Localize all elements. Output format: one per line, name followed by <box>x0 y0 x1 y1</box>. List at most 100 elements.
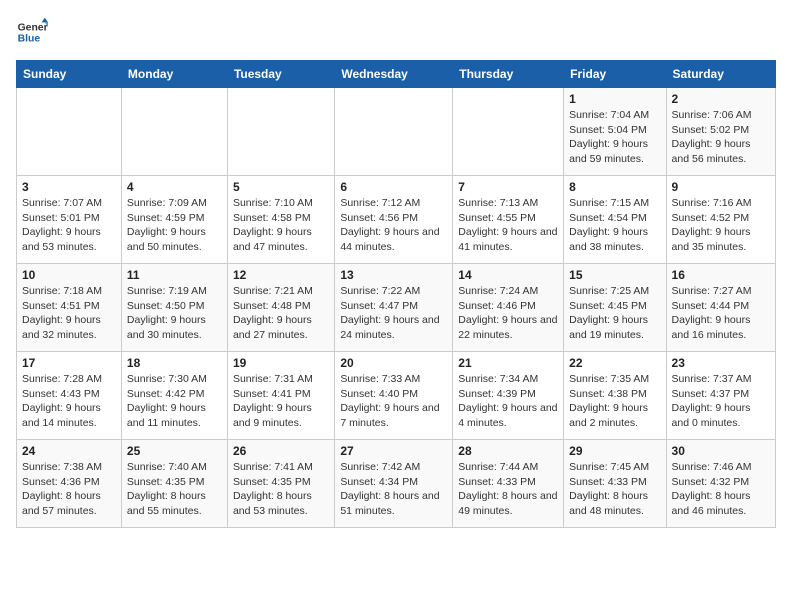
logo: General Blue <box>16 16 48 48</box>
day-cell: 23 Sunrise: 7:37 AM Sunset: 4:37 PM Dayli… <box>666 352 775 440</box>
day-cell: 10 Sunrise: 7:18 AM Sunset: 4:51 PM Dayli… <box>17 264 122 352</box>
day-number: 24 <box>22 444 116 458</box>
day-cell: 1Sunrise: 7:04 AM Sunset: 5:04 PM Daylig… <box>564 88 666 176</box>
day-cell: 17 Sunrise: 7:28 AM Sunset: 4:43 PM Dayli… <box>17 352 122 440</box>
day-number: 21 <box>458 356 558 370</box>
day-info: Sunrise: 7:31 AM Sunset: 4:41 PM Dayligh… <box>233 372 329 431</box>
day-cell: 11 Sunrise: 7:19 AM Sunset: 4:50 PM Dayli… <box>121 264 227 352</box>
day-cell: 21 Sunrise: 7:34 AM Sunset: 4:39 PM Dayli… <box>453 352 564 440</box>
day-number: 5 <box>233 180 329 194</box>
day-cell: 5 Sunrise: 7:10 AM Sunset: 4:58 PM Daylig… <box>227 176 334 264</box>
day-info: Sunrise: 7:38 AM Sunset: 4:36 PM Dayligh… <box>22 460 116 519</box>
day-cell: 25 Sunrise: 7:40 AM Sunset: 4:35 PM Dayli… <box>121 440 227 528</box>
day-info: Sunrise: 7:18 AM Sunset: 4:51 PM Dayligh… <box>22 284 116 343</box>
day-info: Sunrise: 7:44 AM Sunset: 4:33 PM Dayligh… <box>458 460 558 519</box>
day-cell: 8 Sunrise: 7:15 AM Sunset: 4:54 PM Daylig… <box>564 176 666 264</box>
day-info: Sunrise: 7:27 AM Sunset: 4:44 PM Dayligh… <box>672 284 770 343</box>
day-number: 4 <box>127 180 222 194</box>
day-info: Sunrise: 7:35 AM Sunset: 4:38 PM Dayligh… <box>569 372 660 431</box>
week-row-2: 3 Sunrise: 7:07 AM Sunset: 5:01 PM Daylig… <box>17 176 776 264</box>
day-info: Sunrise: 7:19 AM Sunset: 4:50 PM Dayligh… <box>127 284 222 343</box>
day-number: 25 <box>127 444 222 458</box>
calendar-body: 1Sunrise: 7:04 AM Sunset: 5:04 PM Daylig… <box>17 88 776 528</box>
day-cell: 20 Sunrise: 7:33 AM Sunset: 4:40 PM Dayli… <box>335 352 453 440</box>
day-cell: 18 Sunrise: 7:30 AM Sunset: 4:42 PM Dayli… <box>121 352 227 440</box>
day-info: Sunrise: 7:42 AM Sunset: 4:34 PM Dayligh… <box>340 460 447 519</box>
svg-text:General: General <box>18 22 48 33</box>
day-info: Sunrise: 7:30 AM Sunset: 4:42 PM Dayligh… <box>127 372 222 431</box>
day-info: Sunrise: 7:25 AM Sunset: 4:45 PM Dayligh… <box>569 284 660 343</box>
day-info: Sunrise: 7:24 AM Sunset: 4:46 PM Dayligh… <box>458 284 558 343</box>
day-cell: 28 Sunrise: 7:44 AM Sunset: 4:33 PM Dayli… <box>453 440 564 528</box>
day-number: 16 <box>672 268 770 282</box>
day-info: Sunrise: 7:16 AM Sunset: 4:52 PM Dayligh… <box>672 196 770 255</box>
day-info: Sunrise: 7:15 AM Sunset: 4:54 PM Dayligh… <box>569 196 660 255</box>
day-info: Sunrise: 7:09 AM Sunset: 4:59 PM Dayligh… <box>127 196 222 255</box>
day-number: 19 <box>233 356 329 370</box>
day-number: 28 <box>458 444 558 458</box>
day-cell: 13Sunrise: 7:22 AM Sunset: 4:47 PM Dayli… <box>335 264 453 352</box>
day-info: Sunrise: 7:41 AM Sunset: 4:35 PM Dayligh… <box>233 460 329 519</box>
weekday-header-saturday: Saturday <box>666 61 775 88</box>
logo-icon: General Blue <box>16 16 48 48</box>
day-number: 15 <box>569 268 660 282</box>
week-row-5: 24 Sunrise: 7:38 AM Sunset: 4:36 PM Dayli… <box>17 440 776 528</box>
day-number: 11 <box>127 268 222 282</box>
day-cell: 22 Sunrise: 7:35 AM Sunset: 4:38 PM Dayli… <box>564 352 666 440</box>
day-number: 30 <box>672 444 770 458</box>
day-cell: 27Sunrise: 7:42 AM Sunset: 4:34 PM Dayli… <box>335 440 453 528</box>
day-number: 23 <box>672 356 770 370</box>
day-info: Sunrise: 7:46 AM Sunset: 4:32 PM Dayligh… <box>672 460 770 519</box>
day-number: 13 <box>340 268 447 282</box>
day-cell: 6 Sunrise: 7:12 AM Sunset: 4:56 PM Daylig… <box>335 176 453 264</box>
day-cell: 3 Sunrise: 7:07 AM Sunset: 5:01 PM Daylig… <box>17 176 122 264</box>
weekday-header-sunday: Sunday <box>17 61 122 88</box>
day-cell: 7Sunrise: 7:13 AM Sunset: 4:55 PM Daylig… <box>453 176 564 264</box>
day-number: 6 <box>340 180 447 194</box>
day-cell: 16 Sunrise: 7:27 AM Sunset: 4:44 PM Dayli… <box>666 264 775 352</box>
week-row-3: 10 Sunrise: 7:18 AM Sunset: 4:51 PM Dayli… <box>17 264 776 352</box>
day-info: Sunrise: 7:40 AM Sunset: 4:35 PM Dayligh… <box>127 460 222 519</box>
day-number: 18 <box>127 356 222 370</box>
day-number: 9 <box>672 180 770 194</box>
day-number: 17 <box>22 356 116 370</box>
day-number: 26 <box>233 444 329 458</box>
day-number: 3 <box>22 180 116 194</box>
day-number: 7 <box>458 180 558 194</box>
day-info: Sunrise: 7:12 AM Sunset: 4:56 PM Dayligh… <box>340 196 447 255</box>
weekday-header-monday: Monday <box>121 61 227 88</box>
day-cell <box>17 88 122 176</box>
day-cell <box>227 88 334 176</box>
weekday-header-thursday: Thursday <box>453 61 564 88</box>
day-number: 22 <box>569 356 660 370</box>
day-info: Sunrise: 7:21 AM Sunset: 4:48 PM Dayligh… <box>233 284 329 343</box>
day-info: Sunrise: 7:37 AM Sunset: 4:37 PM Dayligh… <box>672 372 770 431</box>
day-cell: 30 Sunrise: 7:46 AM Sunset: 4:32 PM Dayli… <box>666 440 775 528</box>
day-cell: 15 Sunrise: 7:25 AM Sunset: 4:45 PM Dayli… <box>564 264 666 352</box>
day-cell <box>121 88 227 176</box>
day-info: Sunrise: 7:28 AM Sunset: 4:43 PM Dayligh… <box>22 372 116 431</box>
weekday-header-friday: Friday <box>564 61 666 88</box>
day-cell <box>453 88 564 176</box>
week-row-4: 17 Sunrise: 7:28 AM Sunset: 4:43 PM Dayli… <box>17 352 776 440</box>
day-info: Sunrise: 7:34 AM Sunset: 4:39 PM Dayligh… <box>458 372 558 431</box>
day-number: 29 <box>569 444 660 458</box>
weekday-header-wednesday: Wednesday <box>335 61 453 88</box>
day-number: 1 <box>569 92 660 106</box>
day-cell: 4 Sunrise: 7:09 AM Sunset: 4:59 PM Daylig… <box>121 176 227 264</box>
day-info: Sunrise: 7:10 AM Sunset: 4:58 PM Dayligh… <box>233 196 329 255</box>
day-number: 10 <box>22 268 116 282</box>
day-cell: 26 Sunrise: 7:41 AM Sunset: 4:35 PM Dayli… <box>227 440 334 528</box>
day-number: 12 <box>233 268 329 282</box>
svg-text:Blue: Blue <box>18 34 41 45</box>
day-cell <box>335 88 453 176</box>
day-info: Sunrise: 7:45 AM Sunset: 4:33 PM Dayligh… <box>569 460 660 519</box>
day-info: Sunrise: 7:33 AM Sunset: 4:40 PM Dayligh… <box>340 372 447 431</box>
day-number: 8 <box>569 180 660 194</box>
day-info: Sunrise: 7:07 AM Sunset: 5:01 PM Dayligh… <box>22 196 116 255</box>
header: General Blue <box>16 16 776 48</box>
weekday-header-tuesday: Tuesday <box>227 61 334 88</box>
day-cell: 2Sunrise: 7:06 AM Sunset: 5:02 PM Daylig… <box>666 88 775 176</box>
day-number: 20 <box>340 356 447 370</box>
day-number: 14 <box>458 268 558 282</box>
